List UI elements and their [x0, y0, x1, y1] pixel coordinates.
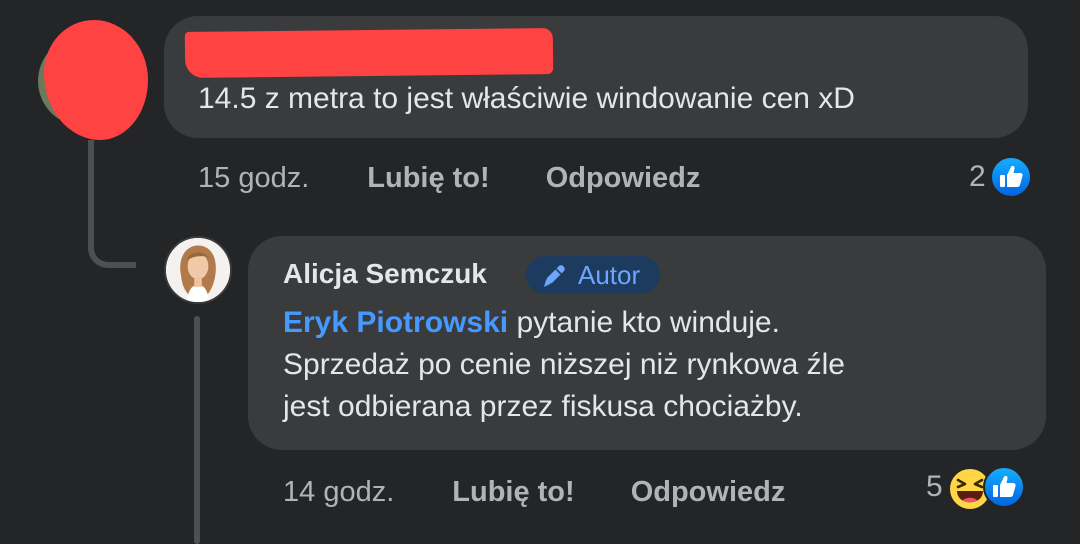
reply-actions: 14 godz. Lubię to! Odpowiedz — [283, 472, 785, 512]
reply-text-fragment: pytanie kto winduje. — [516, 306, 780, 339]
reaction-count: 2 — [969, 160, 986, 193]
reaction-count: 5 — [926, 470, 943, 503]
badge-label: Autor — [578, 260, 641, 290]
comment-text: 14.5 z metra to jest właściwie windowani… — [198, 82, 855, 115]
reply-text-line-1: Eryk Piotrowski pytanie kto winduje. — [283, 302, 845, 344]
redaction-scribble — [44, 20, 148, 140]
like-button[interactable]: Lubię to! — [452, 476, 574, 509]
reply-thread-line — [194, 316, 200, 544]
reply-text: Eryk Piotrowski pytanie kto winduje. Spr… — [283, 302, 845, 428]
comment-actions: 15 godz. Lubię to! Odpowiedz — [198, 158, 700, 198]
reply-text-line-3: jest odbierana przez fiskusa chociażby. — [283, 390, 803, 423]
like-icon — [982, 466, 1025, 508]
redacted-author-name — [184, 28, 554, 78]
author-badge: Autor — [526, 256, 660, 294]
reply-button[interactable]: Odpowiedz — [631, 476, 786, 509]
reply-timestamp[interactable]: 14 godz. — [283, 476, 394, 509]
like-icon — [989, 156, 1032, 198]
reply-text-line-2: Sprzedaż po cenie niższej niż rynkowa źl… — [283, 348, 845, 381]
avatar-redacted[interactable] — [34, 16, 148, 140]
like-button[interactable]: Lubię to! — [367, 162, 489, 195]
comment-thread: 14.5 z metra to jest właściwie windowani… — [0, 0, 1080, 544]
avatar-portrait — [166, 238, 230, 302]
thread-connector — [88, 140, 136, 268]
reaction-summary[interactable]: 5 — [926, 466, 1025, 511]
comment-author-name[interactable]: Alicja Semczuk — [283, 254, 487, 294]
avatar[interactable] — [164, 236, 232, 304]
reaction-summary[interactable]: 2 — [969, 156, 1032, 198]
pencil-icon — [540, 260, 570, 290]
mention-link[interactable]: Eryk Piotrowski — [283, 306, 508, 339]
reaction-icons — [947, 466, 1025, 511]
comment-timestamp[interactable]: 15 godz. — [198, 162, 309, 195]
reply-button[interactable]: Odpowiedz — [546, 162, 701, 195]
